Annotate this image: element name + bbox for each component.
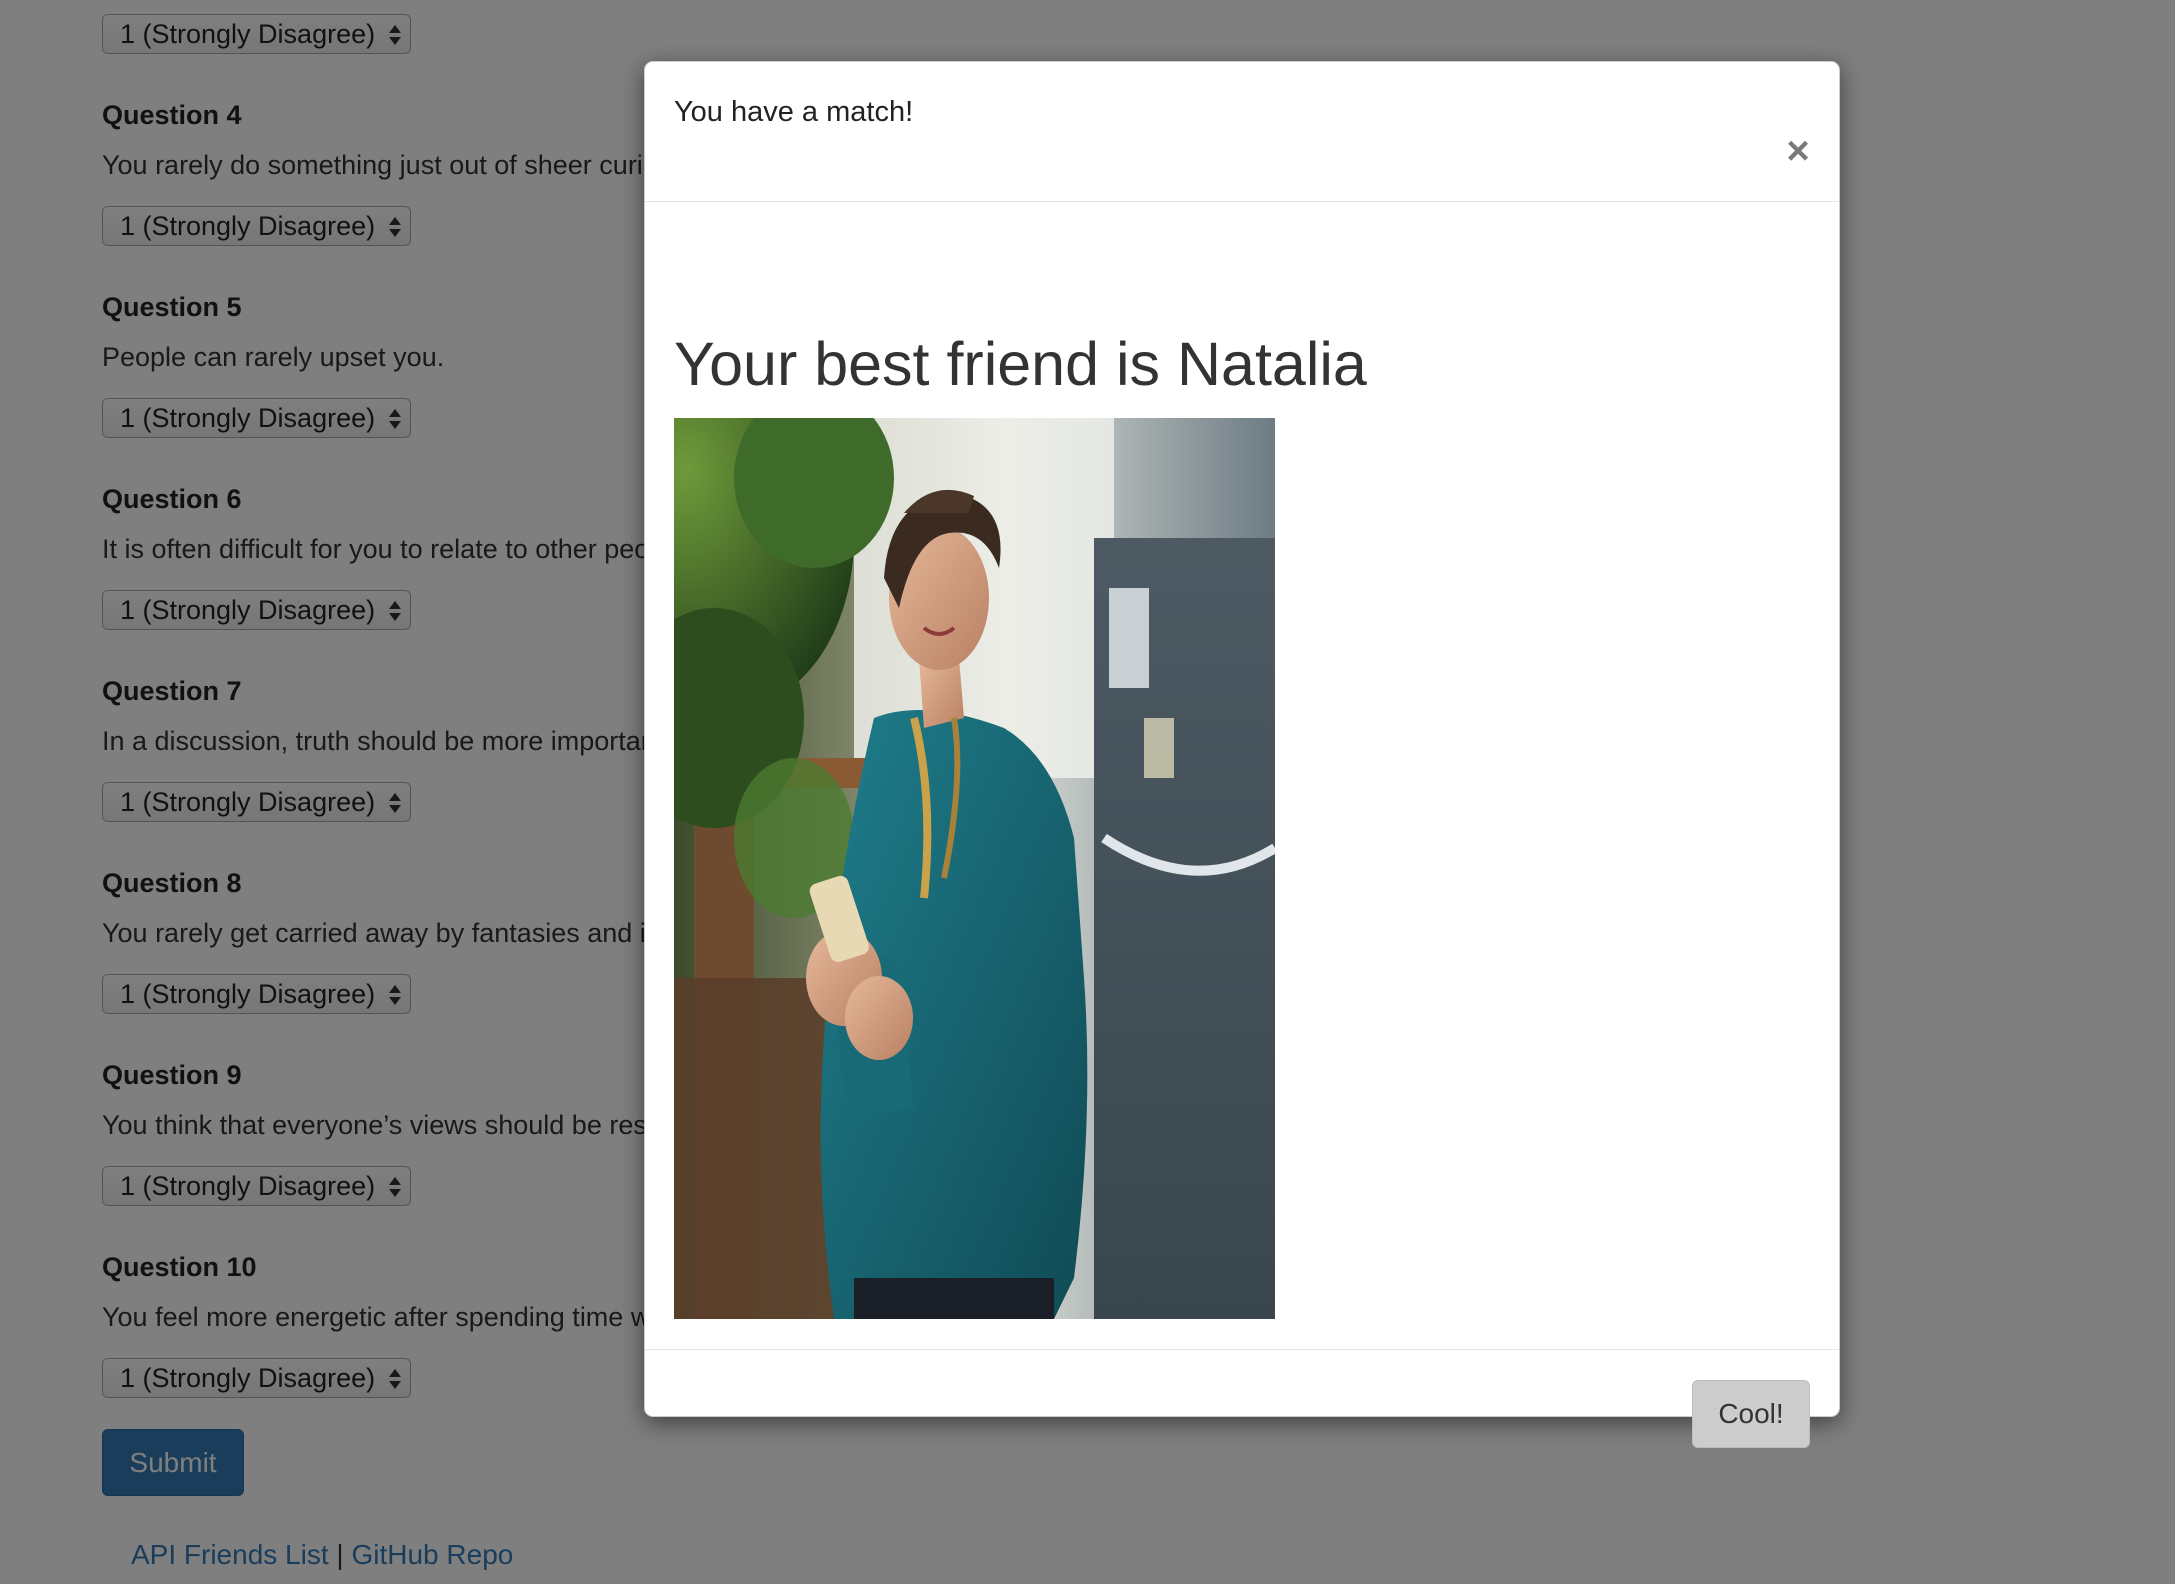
close-icon[interactable]: ×	[1783, 131, 1813, 171]
modal-footer: Cool!	[645, 1349, 1839, 1448]
modal-header: You have a match! ×	[645, 62, 1839, 202]
friend-photo	[674, 418, 1275, 1319]
modal-body: Your best friend is Natalia	[645, 202, 1839, 1349]
match-modal: You have a match! × Your best friend is …	[644, 61, 1840, 1448]
photo-illustration	[674, 418, 1275, 1319]
match-heading: Your best friend is Natalia	[674, 330, 1367, 398]
cool-button[interactable]: Cool!	[1692, 1380, 1810, 1448]
modal-title: You have a match!	[674, 96, 914, 128]
